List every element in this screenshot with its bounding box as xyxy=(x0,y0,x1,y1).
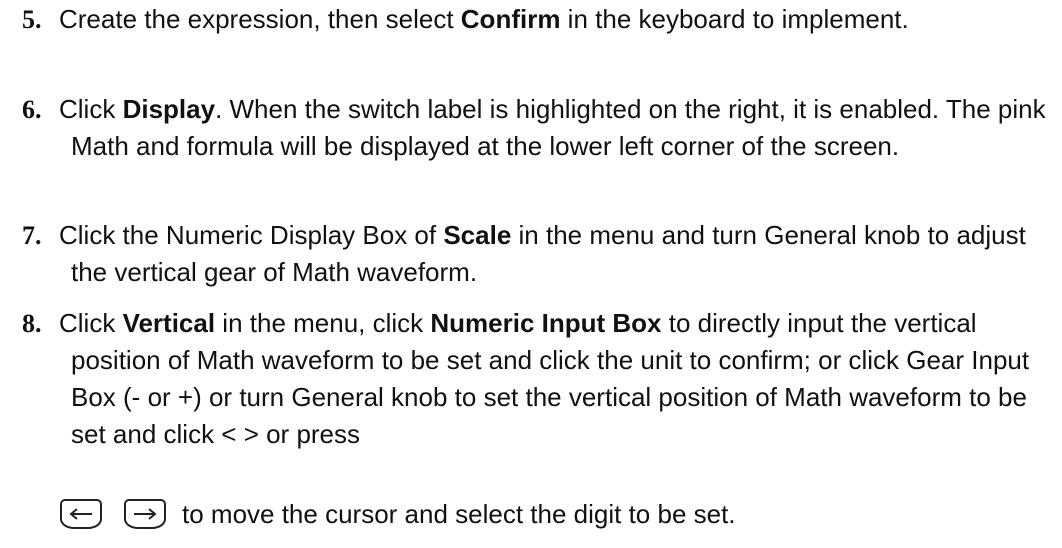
step-text: Click the Numeric Display Box of Scale i… xyxy=(59,217,1052,291)
step-number: 6. xyxy=(22,95,42,124)
step-number: 5. xyxy=(22,5,42,34)
step-text: Create the expression, then select Confi… xyxy=(59,1,1052,38)
step-text-part: . When the switch label is highlighted o… xyxy=(71,94,1046,161)
step-8: 8. Click Vertical in the menu, click Num… xyxy=(22,305,1052,453)
step-number: 7. xyxy=(22,221,42,250)
right-arrow-key-icon xyxy=(124,499,166,529)
numeric-input-box-term: Numeric Input Box xyxy=(430,308,662,338)
cursor-keys-line: to move the cursor and select the digit … xyxy=(60,494,736,534)
vertical-term: Vertical xyxy=(122,308,216,338)
step-text-part: Create the expression, then select xyxy=(59,4,461,34)
step-text-part: Click the Numeric Display Box of xyxy=(59,220,444,250)
left-arrow-key-icon xyxy=(60,499,102,529)
step-text-part: Click xyxy=(59,308,123,338)
step-7: 7. Click the Numeric Display Box of Scal… xyxy=(22,217,1052,291)
step-text-part: in the keyboard to implement. xyxy=(560,4,909,34)
step-text: Click Display. When the switch label is … xyxy=(59,91,1052,165)
step-text: Click Vertical in the menu, click Numeri… xyxy=(59,305,1052,453)
step-text-part: in the menu, click xyxy=(215,308,431,338)
step-text-part: Click xyxy=(59,94,123,124)
step-number: 8. xyxy=(22,309,42,338)
scale-term: Scale xyxy=(443,220,512,250)
instruction-document: 5. Create the expression, then select Co… xyxy=(0,0,1062,548)
confirm-term: Confirm xyxy=(460,4,561,34)
cursor-keys-text: to move the cursor and select the digit … xyxy=(182,498,736,529)
display-term: Display xyxy=(122,94,216,124)
step-6: 6. Click Display. When the switch label … xyxy=(22,91,1052,165)
step-5: 5. Create the expression, then select Co… xyxy=(22,1,1052,38)
